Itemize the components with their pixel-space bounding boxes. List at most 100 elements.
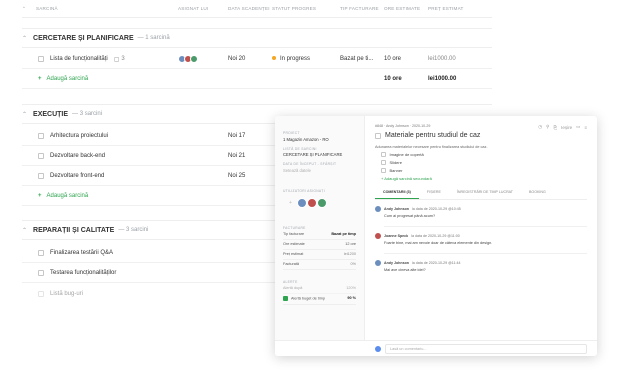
task-description[interactable]: Adunarea materialelor necesare pentru fi…	[375, 145, 587, 149]
add-subtask-button[interactable]: + Adaugă sarcină secundară	[381, 176, 587, 181]
subtask-label: Banner	[389, 168, 403, 173]
timer-icon[interactable]: ◷	[538, 124, 542, 130]
status-text: In progress	[280, 56, 311, 62]
alert-row[interactable]: Alertă buget de timp 90 %	[283, 294, 356, 305]
comment-time: la data de 2020-10-29 @11:44	[411, 261, 461, 265]
subtask-checkbox[interactable]	[381, 152, 386, 157]
subtask-item[interactable]: Imagine de copertă	[375, 152, 587, 157]
avatar[interactable]	[316, 197, 327, 208]
task-due[interactable]: Noi 21	[228, 153, 245, 159]
task-price[interactable]: lei1000.00	[428, 56, 456, 62]
col-price[interactable]: PREȚ ESTIMAT	[428, 6, 464, 11]
col-task[interactable]: SARCINĂ	[36, 6, 58, 11]
list-label: LISTĂ DE SARCINI	[283, 146, 317, 151]
task-name[interactable]: Finalizarea testării Q&A	[50, 250, 113, 256]
subtask-item[interactable]: Slidere	[375, 160, 587, 165]
col-hours[interactable]: ORE ESTIMATE	[384, 6, 420, 11]
billing-row[interactable]: Facturată 0%	[283, 260, 356, 270]
add-user-icon[interactable]: +	[289, 200, 292, 206]
task-checkbox[interactable]	[38, 250, 44, 256]
assignee-avatars[interactable]	[178, 55, 198, 65]
task-name[interactable]: Dezvoltare front-end	[50, 173, 104, 179]
comment-input[interactable]: Lasă un comentariu...	[385, 343, 587, 354]
project-value[interactable]: 1 Magazin Amazon - RO	[283, 137, 356, 142]
add-subtask-label: Adaugă sarcină secundară	[384, 176, 432, 181]
task-checkbox[interactable]	[38, 133, 44, 139]
tab-time-entries[interactable]: ÎNREGISTRĂRI DE TIMP LUCRAT	[449, 187, 521, 199]
col-status[interactable]: STATUT PROGRES	[272, 6, 316, 11]
avatar	[190, 55, 198, 63]
comment-composer: Lasă un comentariu...	[275, 340, 597, 356]
comment-text: Cum ai progresat până acum?	[384, 214, 436, 218]
task-name[interactable]: Testarea funcționalităților	[50, 270, 116, 276]
avatar	[375, 345, 381, 352]
task-due[interactable]: Noi 17	[228, 133, 245, 139]
link-icon[interactable]: ⚲	[546, 124, 549, 130]
tab-comments[interactable]: COMENTARII (3)	[375, 187, 419, 199]
total-hours: 10 ore	[384, 76, 402, 82]
billing-key: Ore estimate	[283, 242, 305, 246]
task-checkbox[interactable]	[38, 270, 44, 276]
task-due[interactable]: Noi 20	[228, 56, 245, 62]
avatar[interactable]	[306, 197, 317, 208]
plus-icon: +	[38, 193, 42, 199]
tab-files[interactable]: FIȘIERE	[419, 187, 449, 199]
comment-time: la data de 2020-10-29 @11:00	[411, 234, 460, 238]
add-task-row[interactable]: + Adaugă sarcină 10 ore lei1000.00	[22, 70, 492, 89]
file-icon: ▢	[113, 56, 120, 63]
add-task-label[interactable]: Adaugă sarcină	[47, 193, 89, 199]
subtask-checkbox[interactable]	[381, 160, 386, 165]
subtask-checkbox[interactable]	[381, 168, 386, 173]
dates-value[interactable]: Setează datele	[283, 168, 356, 173]
task-due[interactable]: Noi 25	[228, 173, 245, 179]
task-name[interactable]: Arhitectura proiectului	[50, 133, 108, 139]
task-checkbox[interactable]	[38, 290, 44, 297]
task-checkbox[interactable]	[38, 153, 44, 159]
col-assignee[interactable]: ASIGNAT LUI	[178, 6, 208, 11]
task-name[interactable]: Dezvoltare back-end	[50, 153, 105, 159]
menu-icon[interactable]: ≡	[584, 125, 587, 130]
chevron-up-icon[interactable]: ⌃	[22, 227, 27, 234]
checkbox-checked-icon[interactable]	[283, 296, 288, 301]
chevron-up-icon[interactable]: ⌃	[22, 35, 27, 42]
task-hours[interactable]: 10 ore	[384, 56, 401, 62]
task-name[interactable]: Listă bug-uri	[50, 291, 83, 297]
billing-row[interactable]: Tip facturare Bazat pe timp	[283, 230, 356, 240]
comment-time: la data de 2020-10-29 @10:45	[411, 207, 461, 211]
add-task-label[interactable]: Adaugă sarcină	[47, 76, 89, 82]
comment-item: Joanne Speck la data de 2020-10-29 @11:00…	[375, 233, 587, 254]
col-invoice[interactable]: TIP FACTURARE	[340, 6, 379, 11]
avatar	[375, 206, 381, 212]
subtask-item[interactable]: Banner	[375, 168, 587, 173]
billing-row[interactable]: Preț estimat lei1200	[283, 250, 356, 260]
list-value[interactable]: CERCETARE ȘI PLANIFICARE	[283, 152, 356, 157]
table-column-header: ⌃ SARCINĂ ASIGNAT LUI DATA SCADENȚEI STA…	[22, 0, 492, 18]
billing-value: Bazat pe timp	[331, 232, 356, 236]
assigned-users[interactable]: +	[283, 197, 356, 208]
section-title: EXECUȚIE	[33, 110, 69, 118]
billing-value: lei1200	[343, 252, 356, 256]
exit-button[interactable]: Ieșire	[561, 125, 572, 130]
task-checkbox[interactable]	[38, 56, 44, 62]
subtask-label: Imagine de copertă	[389, 152, 424, 157]
avatar[interactable]	[296, 197, 307, 208]
detail-tabs: COMENTARII (3) FIȘIERE ÎNREGISTRĂRI DE T…	[375, 187, 587, 200]
status-badge[interactable]: In progress	[272, 56, 310, 62]
alert-value: 90 %	[347, 296, 356, 300]
alert-row[interactable]: Alertă după 120%	[283, 284, 356, 294]
collapse-all-icon[interactable]: ⌃	[22, 6, 26, 12]
billing-row[interactable]: Ore estimate 12 ore	[283, 240, 356, 250]
tab-booking[interactable]: BOOKING	[521, 187, 554, 199]
col-due[interactable]: DATA SCADENȚEI	[228, 6, 270, 11]
comment-icon[interactable]: ▭	[576, 124, 580, 130]
table-row[interactable]: Lista de funcționalități ▢ 3 Noi 20 In p…	[22, 50, 492, 69]
task-complete-checkbox[interactable]	[375, 132, 381, 139]
task-checkbox[interactable]	[38, 173, 44, 179]
section-header-research[interactable]: ⌃ CERCETARE ȘI PLANIFICARE — 1 sarcină	[22, 28, 492, 48]
chevron-up-icon[interactable]: ⌃	[22, 111, 27, 118]
task-title[interactable]: Materiale pentru studiul de caz	[385, 132, 480, 139]
comment-item: Andy Johnson la data de 2020-10-29 @10:45…	[375, 206, 587, 227]
task-invoice[interactable]: Bazat pe ti...	[340, 56, 373, 62]
task-name[interactable]: Lista de funcționalități	[50, 56, 108, 62]
attach-icon[interactable]: ⎘	[553, 125, 557, 130]
